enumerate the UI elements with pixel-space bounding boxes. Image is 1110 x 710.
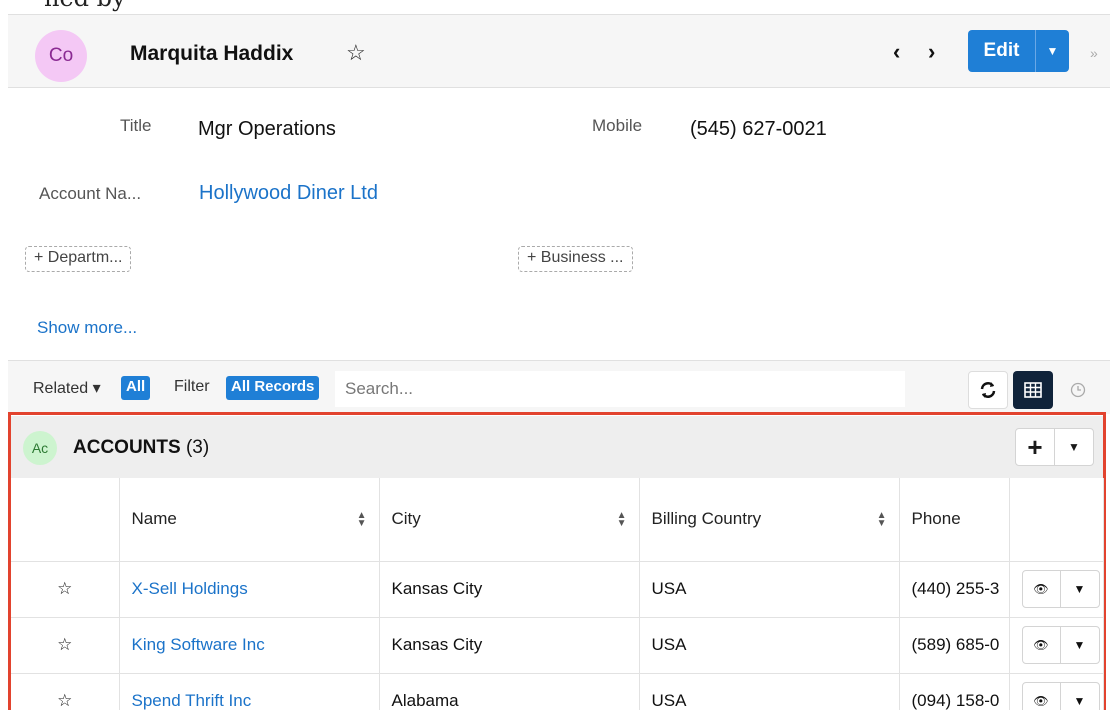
chevron-right-icon[interactable]: › (928, 39, 935, 65)
chevron-left-icon[interactable]: ‹ (893, 39, 900, 65)
column-header-actions (1009, 478, 1104, 562)
caret-down-icon[interactable]: ▼ (1061, 571, 1099, 607)
add-business-button[interactable]: + Business ... (518, 246, 633, 272)
table-row: ☆ X-Sell Holdings Kansas City USA (440) … (11, 561, 1104, 618)
activity-stream-button[interactable] (1058, 371, 1098, 409)
accounts-subpanel-header[interactable]: Ac ACCOUNTS (3) + ▼ (11, 416, 1103, 478)
phone-cell: (440) 255-3 (899, 561, 1010, 618)
caret-down-icon[interactable]: ▼ (1061, 683, 1099, 710)
sort-icon: ▲ ▼ (616, 510, 627, 529)
mobile-value: (545) 627-0021 (690, 118, 827, 140)
related-dropdown[interactable]: Related ▾ (33, 378, 101, 398)
edit-dropdown-caret-icon[interactable]: ▼ (1036, 30, 1069, 72)
column-header-name[interactable]: Name ▲ ▼ (119, 478, 380, 562)
clock-icon (1070, 382, 1086, 398)
table-header-row: Name ▲ ▼ City ▲ ▼ Billing Country ▲ ▼ Phone (11, 478, 1104, 562)
favorite-star-icon[interactable]: ☆ (11, 561, 120, 618)
city-cell: Kansas City (379, 561, 640, 618)
table-row: ☆ King Software Inc Kansas City USA (589… (11, 617, 1104, 674)
search-input[interactable]: Search... (335, 371, 905, 407)
caret-down-icon[interactable]: ▼ (1061, 627, 1099, 663)
country-cell: USA (639, 561, 900, 618)
add-department-button[interactable]: + Departm... (25, 246, 132, 272)
account-name-link[interactable]: Spend Thrift Inc (119, 673, 380, 710)
record-view: Co Marquita Haddix ☆ ‹ › Edit ▼ » Title … (8, 14, 1110, 710)
column-header-favorite (11, 478, 120, 562)
plus-icon: + (1027, 431, 1043, 462)
title-value: Mgr Operations (198, 118, 336, 140)
record-name: Marquita Haddix (130, 42, 294, 65)
city-cell: Kansas City (379, 617, 640, 674)
related-all-pill[interactable]: All (121, 376, 151, 400)
row-actions: 👁 ▼ (1009, 673, 1104, 710)
phone-cell: (589) 685-0 (899, 617, 1010, 674)
clipped-top-text: hed by (0, 0, 1110, 14)
favorite-star-icon[interactable]: ☆ (11, 673, 120, 710)
add-account-button[interactable]: + (1015, 428, 1055, 466)
list-view-button[interactable] (1013, 371, 1053, 409)
mobile-label: Mobile (592, 116, 643, 135)
country-cell: USA (639, 673, 900, 710)
filter-all-records-pill[interactable]: All Records (226, 376, 320, 400)
country-cell: USA (639, 617, 900, 674)
subpanel-title: ACCOUNTS (3) (73, 437, 210, 458)
sort-icon: ▲ ▼ (876, 510, 887, 529)
eye-icon[interactable]: 👁 (1023, 627, 1061, 663)
caret-down-icon: ▼ (1068, 440, 1080, 454)
subpanel-toolbar: Related ▾ All Filter All Records Search.… (8, 360, 1110, 414)
row-actions: 👁 ▼ (1009, 561, 1104, 618)
table-icon (1024, 382, 1042, 398)
account-name-label: Account Na... (39, 184, 142, 203)
subpanel-actions-dropdown[interactable]: ▼ (1054, 428, 1094, 466)
module-avatar: Ac (23, 431, 57, 465)
refresh-icon (980, 382, 996, 398)
record-header: Co Marquita Haddix ☆ ‹ › Edit ▼ » (8, 14, 1110, 88)
avatar: Co (35, 30, 87, 82)
title-label: Title (120, 116, 152, 135)
account-name-link[interactable]: X-Sell Holdings (119, 561, 380, 618)
row-actions: 👁 ▼ (1009, 617, 1104, 674)
column-header-billing-country[interactable]: Billing Country ▲ ▼ (639, 478, 900, 562)
accounts-table: Name ▲ ▼ City ▲ ▼ Billing Country ▲ ▼ Phone ☆ … (11, 478, 1104, 710)
edit-button-group: Edit ▼ (968, 30, 1069, 72)
filter-label: Filter (174, 378, 210, 395)
favorite-star-icon[interactable]: ☆ (11, 617, 120, 674)
table-row: ☆ Spend Thrift Inc Alabama USA (094) 158… (11, 673, 1104, 710)
column-header-phone[interactable]: Phone (899, 478, 1010, 562)
account-name-link[interactable]: King Software Inc (119, 617, 380, 674)
eye-icon[interactable]: 👁 (1023, 571, 1061, 607)
double-chevron-right-icon[interactable]: » (1090, 45, 1098, 61)
city-cell: Alabama (379, 673, 640, 710)
edit-button[interactable]: Edit (968, 30, 1036, 72)
account-name-link[interactable]: Hollywood Diner Ltd (199, 182, 378, 205)
eye-icon[interactable]: 👁 (1023, 683, 1061, 710)
column-header-city[interactable]: City ▲ ▼ (379, 478, 640, 562)
favorite-star-icon[interactable]: ☆ (346, 40, 366, 66)
phone-cell: (094) 158-0 (899, 673, 1010, 710)
show-more-link[interactable]: Show more... (37, 318, 137, 338)
refresh-button[interactable] (968, 371, 1008, 409)
sort-icon: ▲ ▼ (356, 510, 367, 529)
